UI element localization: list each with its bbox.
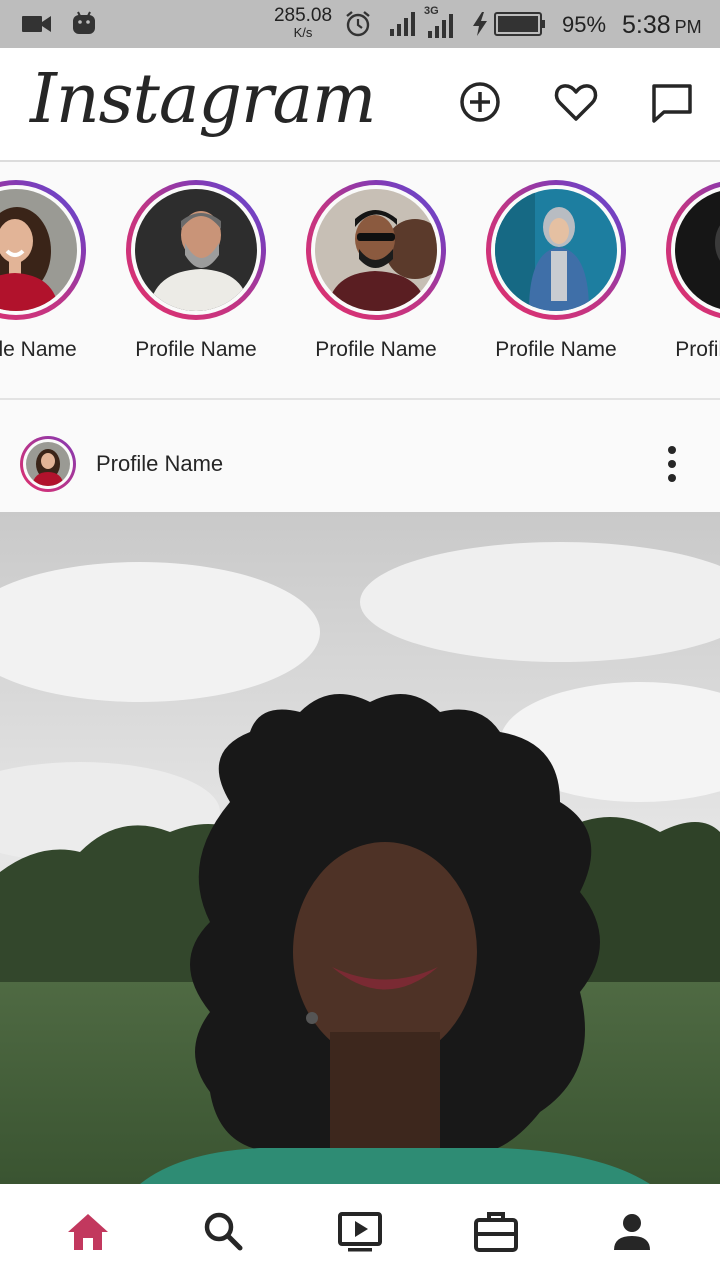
stories-tray: Profile Name Profile Name xyxy=(0,162,720,400)
app-header: Instagram xyxy=(0,48,720,162)
more-vertical-icon[interactable] xyxy=(654,444,690,484)
avatar xyxy=(26,442,70,486)
story-name: Profile Name xyxy=(0,338,77,361)
story-item[interactable]: Profile Name xyxy=(638,180,720,380)
search-icon[interactable] xyxy=(200,1208,248,1256)
story-name: Profile Name xyxy=(315,338,437,361)
story-ring xyxy=(0,180,86,320)
story-item[interactable]: Profile Name xyxy=(278,180,458,380)
story-ring xyxy=(126,180,266,320)
clock: 5:38 PM xyxy=(622,0,702,48)
instagram-app-screen: 285.08 K/s 3G 95% 5:38 PM Instagram le N… xyxy=(0,0,720,1280)
status-bar: 285.08 K/s 3G 95% 5:38 PM xyxy=(0,0,720,48)
story-ring xyxy=(306,180,446,320)
network-speed: 285.08 K/s xyxy=(272,6,334,39)
story-name: Profile Name xyxy=(135,338,257,361)
story-item[interactable]: Profile Name xyxy=(98,180,278,380)
post-header: Profile Name xyxy=(0,400,720,512)
story-avatar xyxy=(135,189,257,311)
alarm-icon xyxy=(346,11,370,37)
post-image[interactable] xyxy=(0,512,720,1184)
instagram-logo[interactable]: Instagram xyxy=(30,50,376,150)
story-ring xyxy=(666,180,720,320)
story-name: Profile Name xyxy=(495,338,617,361)
signal-3g-icon: 3G xyxy=(424,5,458,41)
speed-value: 285.08 xyxy=(273,5,333,26)
story-avatar xyxy=(0,189,77,311)
post-author-avatar[interactable] xyxy=(20,436,76,492)
add-post-icon[interactable] xyxy=(456,78,504,126)
battery-icon xyxy=(494,12,545,36)
bottom-nav xyxy=(0,1184,720,1280)
speed-unit: K/s xyxy=(293,25,313,40)
video-camera-icon xyxy=(22,16,51,32)
post-author-name[interactable]: Profile Name xyxy=(96,436,223,492)
video-icon[interactable] xyxy=(336,1208,384,1256)
home-icon[interactable] xyxy=(64,1208,112,1256)
story-avatar xyxy=(495,189,617,311)
shop-icon[interactable] xyxy=(472,1208,520,1256)
signal-icon xyxy=(390,12,415,36)
story-name: Profile Name xyxy=(675,338,720,361)
story-avatar xyxy=(315,189,437,311)
android-icon xyxy=(73,11,95,34)
story-avatar xyxy=(675,189,720,311)
charging-icon xyxy=(473,12,487,36)
profile-icon[interactable] xyxy=(608,1208,656,1256)
clock-ampm: PM xyxy=(674,17,702,37)
story-item[interactable]: Profile Name xyxy=(458,180,638,380)
story-ring xyxy=(486,180,626,320)
clock-time: 5:38 xyxy=(622,11,671,39)
message-icon[interactable] xyxy=(648,78,696,126)
story-item[interactable]: Profile Name xyxy=(0,180,98,380)
battery-percent: 95% xyxy=(562,12,607,37)
heart-icon[interactable] xyxy=(552,78,600,126)
